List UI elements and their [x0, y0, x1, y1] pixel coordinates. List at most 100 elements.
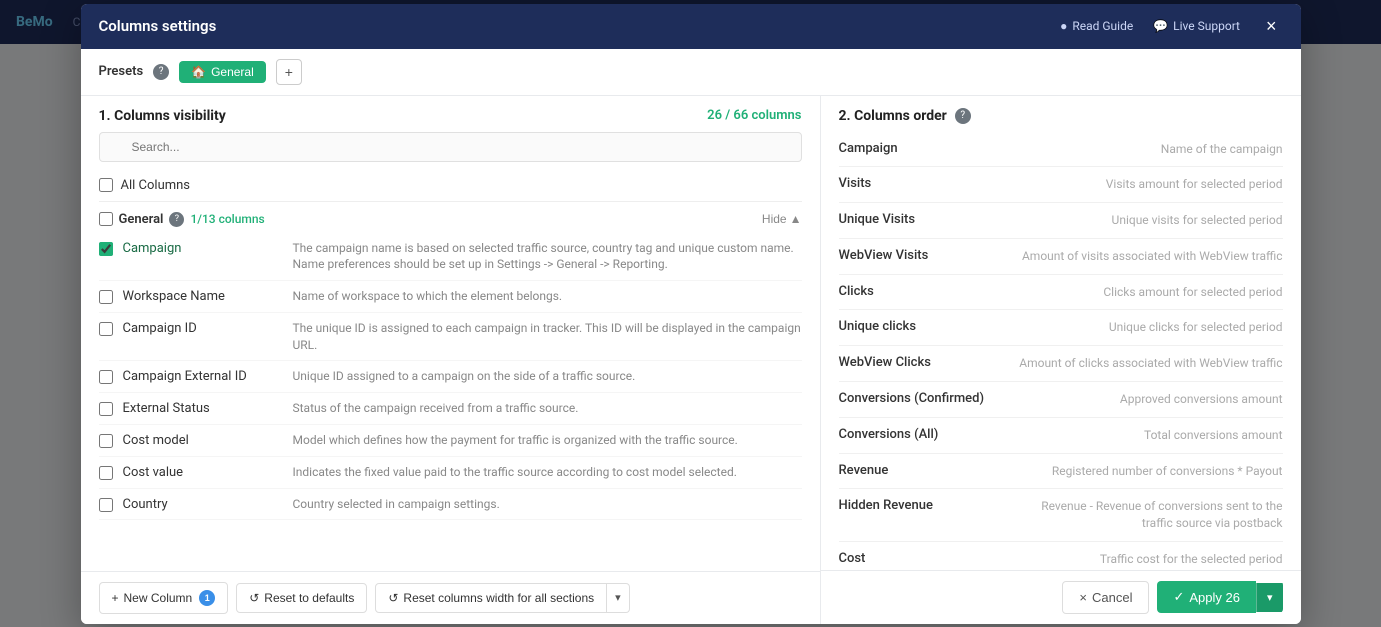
- search-wrapper: 🔍: [99, 132, 802, 162]
- order-col-desc-0: Name of the campaign: [999, 141, 1283, 158]
- presets-label: Presets: [99, 64, 144, 79]
- column-name-7: Country: [123, 496, 283, 512]
- chevron-up-icon: ▲: [790, 212, 802, 226]
- list-item: Hidden Revenue Revenue - Revenue of conv…: [839, 489, 1283, 542]
- preset-name: General: [211, 65, 254, 79]
- reset-width-icon: ↺: [388, 591, 398, 605]
- group-header-left: General ? 1/13 columns: [99, 212, 265, 227]
- order-col-name-1: Visits: [839, 176, 999, 191]
- columns-order-title: 2. Columns order: [839, 108, 947, 124]
- modal-footer: × Cancel ✓ Apply 26 ▾: [821, 570, 1301, 624]
- new-column-button[interactable]: + New Column 1: [99, 582, 229, 614]
- modal-header: Columns settings ● Read Guide 💬 Live Sup…: [81, 4, 1301, 49]
- column-checkbox-5[interactable]: [99, 434, 113, 448]
- reset-defaults-button[interactable]: ↺ Reset to defaults: [236, 583, 367, 613]
- column-desc-6: Indicates the fixed value paid to the tr…: [293, 464, 737, 481]
- column-checkbox-4[interactable]: [99, 402, 113, 416]
- columns-list: All Columns General ? 1/13 columns Hide …: [81, 170, 820, 571]
- general-group-help-icon[interactable]: ?: [169, 212, 184, 227]
- read-guide-button[interactable]: ● Read Guide: [1060, 19, 1133, 33]
- order-col-desc-11: Traffic cost for the selected period: [999, 551, 1283, 568]
- add-preset-button[interactable]: +: [276, 59, 302, 85]
- order-col-name-10: Hidden Revenue: [839, 498, 999, 513]
- list-item: Cost Traffic cost for the selected perio…: [839, 542, 1283, 569]
- general-group-checkbox[interactable]: [99, 212, 113, 226]
- cancel-button[interactable]: × Cancel: [1062, 581, 1149, 614]
- reset-width-button[interactable]: ↺ Reset columns width for all sections: [375, 583, 607, 613]
- column-name-6: Cost value: [123, 464, 283, 480]
- apply-label: Apply 26: [1189, 590, 1240, 605]
- modal-title: Columns settings: [99, 17, 217, 35]
- list-item: Unique clicks Unique clicks for selected…: [839, 310, 1283, 346]
- apply-button[interactable]: ✓ Apply 26: [1157, 581, 1256, 613]
- column-checkbox-0[interactable]: [99, 242, 113, 256]
- general-preset-button[interactable]: 🏠 General: [179, 61, 266, 83]
- order-list: Campaign Name of the campaign Visits Vis…: [821, 132, 1301, 570]
- chat-icon: 💬: [1153, 19, 1168, 33]
- column-name-4: External Status: [123, 400, 283, 416]
- all-columns-label[interactable]: All Columns: [121, 178, 191, 193]
- column-desc-4: Status of the campaign received from a t…: [293, 400, 579, 417]
- plus-icon: +: [112, 591, 119, 605]
- close-button[interactable]: ×: [1260, 14, 1283, 39]
- order-col-desc-1: Visits amount for selected period: [999, 176, 1283, 193]
- list-item: WebView Clicks Amount of clicks associat…: [839, 346, 1283, 382]
- column-name-0: Campaign: [123, 240, 283, 256]
- columns-visibility-title: 1. Columns visibility: [99, 108, 226, 124]
- list-item: Clicks Clicks amount for selected period: [839, 275, 1283, 311]
- all-columns-checkbox[interactable]: [99, 178, 113, 192]
- presets-bar: Presets ? 🏠 General +: [81, 49, 1301, 96]
- column-checkbox-6[interactable]: [99, 466, 113, 480]
- order-col-desc-9: Registered number of conversions * Payou…: [999, 463, 1283, 480]
- general-group-hide-button[interactable]: Hide ▲: [762, 212, 802, 226]
- presets-help-icon[interactable]: ?: [153, 64, 169, 80]
- order-col-name-2: Unique Visits: [839, 212, 999, 227]
- right-panel-header: 2. Columns order ?: [821, 96, 1301, 132]
- live-support-button[interactable]: 💬 Live Support: [1153, 19, 1240, 33]
- order-rows-container: Campaign Name of the campaign Visits Vis…: [839, 132, 1283, 570]
- order-col-name-11: Cost: [839, 551, 999, 566]
- column-checkbox-2[interactable]: [99, 322, 113, 336]
- column-name-5: Cost model: [123, 432, 283, 448]
- order-col-name-0: Campaign: [839, 141, 999, 156]
- order-col-name-6: WebView Clicks: [839, 355, 999, 370]
- table-row: Campaign ID The unique ID is assigned to…: [99, 313, 802, 362]
- column-checkbox-7[interactable]: [99, 498, 113, 512]
- columns-settings-modal: Columns settings ● Read Guide 💬 Live Sup…: [81, 4, 1301, 624]
- list-item: Visits Visits amount for selected period: [839, 167, 1283, 203]
- general-group-header: General ? 1/13 columns Hide ▲: [99, 202, 802, 233]
- general-group-name: General: [119, 212, 164, 227]
- column-rows-container: Campaign The campaign name is based on s…: [99, 233, 802, 521]
- search-input[interactable]: [99, 132, 802, 162]
- table-row: Country Country selected in campaign set…: [99, 489, 802, 521]
- order-col-desc-5: Unique clicks for selected period: [999, 319, 1283, 336]
- reset-defaults-icon: ↺: [249, 591, 259, 605]
- column-name-2: Campaign ID: [123, 320, 283, 336]
- list-item: WebView Visits Amount of visits associat…: [839, 239, 1283, 275]
- new-column-label: New Column: [124, 591, 193, 605]
- apply-dropdown-icon: ▾: [1267, 592, 1273, 604]
- list-item: Conversions (Confirmed) Approved convers…: [839, 382, 1283, 418]
- left-panel-footer: + New Column 1 ↺ Reset to defaults ↺ Res…: [81, 571, 820, 624]
- order-col-desc-6: Amount of clicks associated with WebView…: [999, 355, 1283, 372]
- dropdown-arrow-icon: ▾: [615, 592, 621, 604]
- cancel-icon: ×: [1079, 590, 1087, 605]
- modal-overlay: Columns settings ● Read Guide 💬 Live Sup…: [0, 0, 1381, 627]
- order-col-name-5: Unique clicks: [839, 319, 999, 334]
- table-row: External Status Status of the campaign r…: [99, 393, 802, 425]
- column-checkbox-3[interactable]: [99, 370, 113, 384]
- general-group-count: 1/13 columns: [190, 212, 264, 226]
- column-desc-0: The campaign name is based on selected t…: [293, 240, 802, 274]
- list-item: Revenue Registered number of conversions…: [839, 454, 1283, 490]
- apply-button-group: ✓ Apply 26 ▾: [1157, 581, 1282, 613]
- all-columns-row: All Columns: [99, 170, 802, 202]
- read-guide-label: Read Guide: [1072, 19, 1133, 33]
- order-col-desc-8: Total conversions amount: [999, 427, 1283, 444]
- search-box: 🔍: [81, 132, 820, 170]
- column-name-3: Campaign External ID: [123, 368, 283, 384]
- apply-dropdown-button[interactable]: ▾: [1256, 583, 1283, 612]
- columns-order-help-icon[interactable]: ?: [955, 108, 971, 124]
- column-checkbox-1[interactable]: [99, 290, 113, 304]
- column-name-1: Workspace Name: [123, 288, 283, 304]
- reset-dropdown-button[interactable]: ▾: [607, 583, 630, 613]
